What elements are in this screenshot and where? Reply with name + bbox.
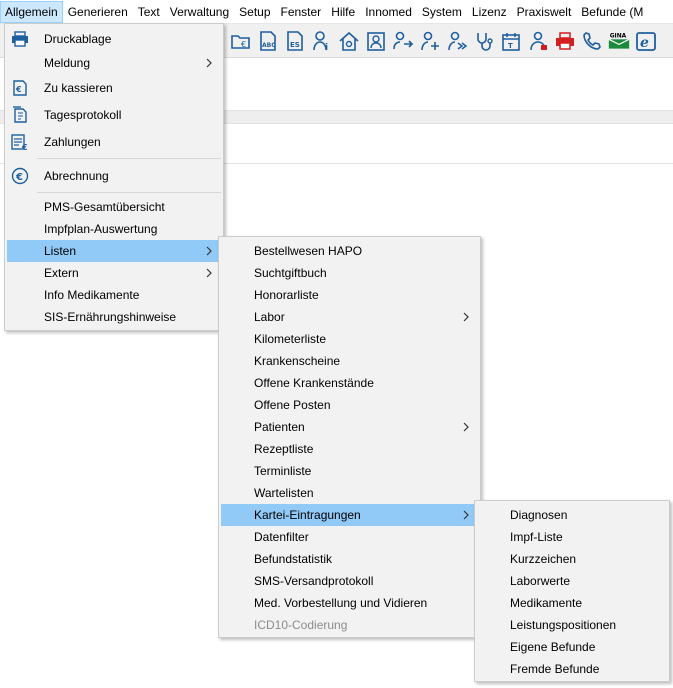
- menu-item-suchtgiftbuch[interactable]: Suchtgiftbuch: [221, 262, 478, 284]
- menubar: Allgemein Generieren Text Verwaltung Set…: [0, 0, 673, 24]
- menu-item-honorarliste[interactable]: Honorarliste: [221, 284, 478, 306]
- menu-befunde[interactable]: Befunde (M: [576, 1, 648, 23]
- menu-text[interactable]: Text: [133, 1, 165, 23]
- menu-item-extern[interactable]: Extern: [7, 262, 221, 284]
- user-add-icon[interactable]: [417, 28, 443, 54]
- menu-item-befundstatistik[interactable]: Befundstatistik: [221, 548, 478, 570]
- menu-item-medikamente[interactable]: Medikamente: [477, 592, 667, 614]
- menu-innomed[interactable]: Innomed: [360, 1, 417, 23]
- menu-item-patienten[interactable]: Patienten: [221, 416, 478, 438]
- menu-item-info-medikamente[interactable]: Info Medikamente: [7, 284, 221, 306]
- menu-item-kurzzeichen[interactable]: Kurzzeichen: [477, 548, 667, 570]
- menu-item-impf-liste[interactable]: Impf-Liste: [477, 526, 667, 548]
- menu-system[interactable]: System: [417, 1, 467, 23]
- svg-text:€: €: [21, 143, 28, 151]
- menu-allgemein[interactable]: Allgemein: [0, 0, 63, 23]
- menu-item-zu-kassieren[interactable]: € Zu kassieren: [7, 77, 221, 99]
- menu-item-labor[interactable]: Labor: [221, 306, 478, 328]
- menu-separator: [37, 158, 221, 159]
- kartei-eintragungen-submenu: Diagnosen Impf-Liste Kurzzeichen Laborwe…: [474, 500, 670, 682]
- svg-text:i: i: [325, 43, 328, 52]
- home-icon[interactable]: [336, 28, 362, 54]
- listen-submenu: Bestellwesen HAPO Suchtgiftbuch Honorarl…: [218, 236, 481, 638]
- euro-icon: €: [10, 166, 30, 186]
- allgemein-dropdown: Druckablage Meldung € Zu kassieren Tages…: [4, 23, 224, 331]
- user-forward-icon[interactable]: [444, 28, 470, 54]
- menu-item-sms-versandprotokoll[interactable]: SMS-Versandprotokoll: [221, 570, 478, 592]
- menu-item-eigene-befunde[interactable]: Eigene Befunde: [477, 636, 667, 658]
- menu-item-druckablage[interactable]: Druckablage: [7, 28, 221, 50]
- phone-icon[interactable]: [579, 28, 605, 54]
- menu-item-leistungspositionen[interactable]: Leistungspositionen: [477, 614, 667, 636]
- svg-text:T: T: [508, 42, 513, 50]
- menu-item-laborwerte[interactable]: Laborwerte: [477, 570, 667, 592]
- menu-item-listen[interactable]: Listen: [7, 240, 221, 262]
- menu-item-bestellwesen-hapo[interactable]: Bestellwesen HAPO: [221, 240, 478, 262]
- menu-item-offene-krankenstaende[interactable]: Offene Krankenstände: [221, 372, 478, 394]
- menu-item-datenfilter[interactable]: Datenfilter: [221, 526, 478, 548]
- menu-item-med-vorbestellung[interactable]: Med. Vorbestellung und Vidieren: [221, 592, 478, 614]
- chevron-right-icon: [206, 58, 212, 68]
- menu-item-pms-gesamtuebersicht[interactable]: PMS-Gesamtübersicht: [7, 196, 221, 218]
- menu-item-impfplan-auswertung[interactable]: Impfplan-Auswertung: [7, 218, 221, 240]
- user-transfer-icon[interactable]: [390, 28, 416, 54]
- menu-item-zahlungen[interactable]: € Zahlungen: [7, 131, 221, 153]
- svg-text:e: e: [640, 35, 649, 51]
- menu-item-kartei-eintragungen[interactable]: Kartei-Eintragungen: [221, 504, 478, 526]
- menu-item-fremde-befunde[interactable]: Fremde Befunde: [477, 658, 667, 680]
- menu-hilfe[interactable]: Hilfe: [326, 1, 360, 23]
- svg-text:ES: ES: [290, 41, 300, 49]
- menu-item-sis-ernaehrungshinweise[interactable]: SIS-Ernährungshinweise: [7, 306, 221, 328]
- print-red-icon[interactable]: [552, 28, 578, 54]
- payments-icon: €: [10, 132, 30, 152]
- document-es-icon[interactable]: ES: [282, 28, 308, 54]
- chevron-right-icon: [206, 268, 212, 278]
- menu-item-tagesprotokoll[interactable]: Tagesprotokoll: [7, 104, 221, 126]
- svg-text:€: €: [15, 85, 22, 94]
- folder-euro-icon[interactable]: €: [228, 28, 254, 54]
- menu-item-rezeptliste[interactable]: Rezeptliste: [221, 438, 478, 460]
- menu-separator: [37, 192, 221, 193]
- patient-info-icon[interactable]: i: [309, 28, 335, 54]
- user-group-icon[interactable]: [525, 28, 551, 54]
- gina-card-icon[interactable]: GINA: [606, 28, 632, 54]
- menu-praxiswelt[interactable]: Praxiswelt: [512, 1, 577, 23]
- menu-lizenz[interactable]: Lizenz: [467, 1, 512, 23]
- menu-verwaltung[interactable]: Verwaltung: [165, 1, 234, 23]
- chevron-right-icon: [206, 246, 212, 256]
- menu-generieren[interactable]: Generieren: [63, 1, 133, 23]
- calendar-icon[interactable]: T: [498, 28, 524, 54]
- document-abc-icon[interactable]: ABC: [255, 28, 281, 54]
- day-protocol-icon: [10, 105, 30, 125]
- svg-text:€: €: [15, 172, 23, 183]
- contact-card-icon[interactable]: [363, 28, 389, 54]
- stethoscope-icon[interactable]: [471, 28, 497, 54]
- menu-item-terminliste[interactable]: Terminliste: [221, 460, 478, 482]
- svg-text:€: €: [241, 40, 246, 49]
- chevron-right-icon: [463, 422, 469, 432]
- chevron-right-icon: [463, 510, 469, 520]
- chevron-right-icon: [463, 312, 469, 322]
- menu-item-icd10-codierung: ICD10-Codierung: [254, 618, 348, 632]
- cash-register-icon: €: [10, 78, 30, 98]
- menu-item-abrechnung[interactable]: € Abrechnung: [7, 165, 221, 187]
- svg-text:ABC: ABC: [262, 42, 276, 49]
- menu-item-meldung[interactable]: Meldung: [7, 52, 221, 74]
- menu-item-krankenscheine[interactable]: Krankenscheine: [221, 350, 478, 372]
- menu-item-offene-posten[interactable]: Offene Posten: [221, 394, 478, 416]
- menu-item-diagnosen[interactable]: Diagnosen: [477, 504, 667, 526]
- menu-setup[interactable]: Setup: [234, 1, 275, 23]
- menu-fenster[interactable]: Fenster: [276, 1, 327, 23]
- e-card-icon[interactable]: e: [633, 28, 659, 54]
- menu-item-kilometerliste[interactable]: Kilometerliste: [221, 328, 478, 350]
- printer-icon: [10, 29, 30, 49]
- menu-item-wartelisten[interactable]: Wartelisten: [221, 482, 478, 504]
- gina-label: GINA: [610, 34, 627, 40]
